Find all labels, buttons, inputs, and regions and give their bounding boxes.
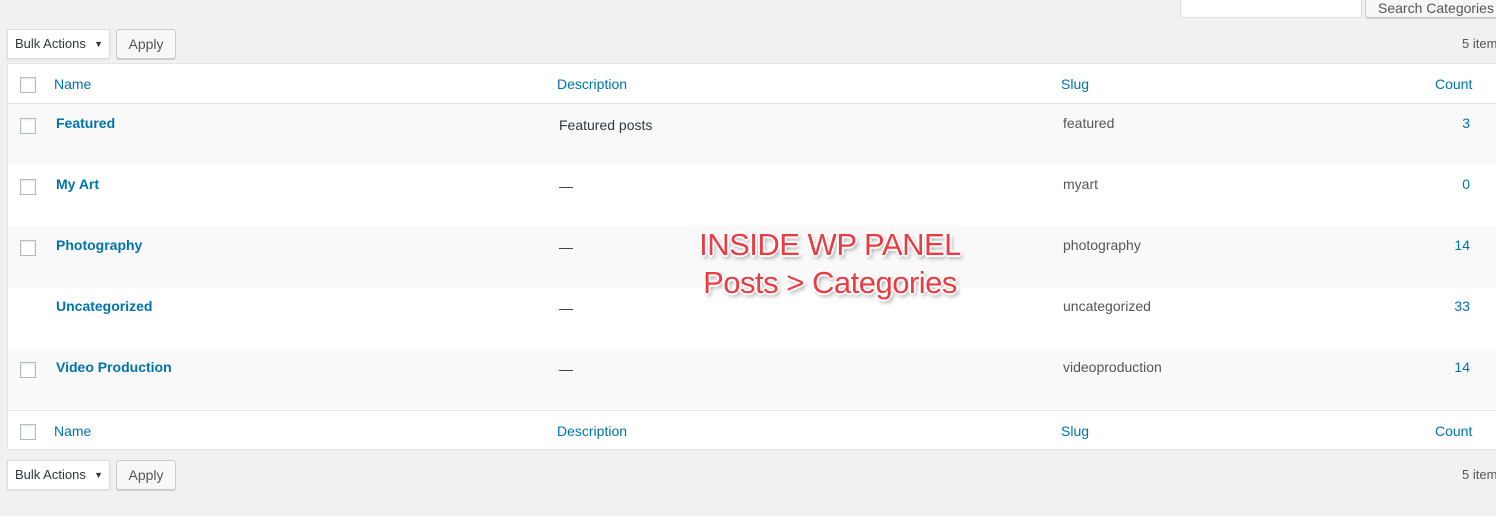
category-slug: featured xyxy=(1063,115,1115,131)
apply-button[interactable]: Apply xyxy=(116,29,176,59)
search-input[interactable] xyxy=(1180,0,1362,18)
select-all-checkbox[interactable] xyxy=(20,77,36,93)
category-description: Featured posts xyxy=(559,117,653,133)
apply-button-bottom[interactable]: Apply xyxy=(116,460,176,490)
row-checkbox[interactable] xyxy=(20,362,36,378)
table-row: Photography — photography 14 xyxy=(8,226,1496,287)
table-header: Name Description Slug Count xyxy=(8,64,1496,104)
row-checkbox[interactable] xyxy=(20,240,36,256)
category-count-link[interactable]: 14 xyxy=(1436,237,1470,253)
category-name-link[interactable]: My Art xyxy=(56,176,99,192)
table-row: Featured Featured posts featured 3 xyxy=(8,104,1496,165)
column-header-count[interactable]: Count xyxy=(1435,76,1472,92)
tablenav-bottom: Bulk Actions ▼ Apply 5 items xyxy=(7,460,1496,492)
category-count-link[interactable]: 0 xyxy=(1436,176,1470,192)
category-name-link[interactable]: Video Production xyxy=(56,359,172,375)
category-slug: myart xyxy=(1063,176,1098,192)
tablenav-top: Bulk Actions ▼ Apply 5 items xyxy=(7,29,1496,61)
bulk-actions-select[interactable]: Bulk Actions ▼ xyxy=(7,29,110,59)
row-checkbox[interactable] xyxy=(20,118,36,134)
category-count-link[interactable]: 14 xyxy=(1436,359,1470,375)
search-categories-button[interactable]: Search Categories xyxy=(1365,0,1496,18)
column-footer-description[interactable]: Description xyxy=(557,423,627,439)
row-checkbox[interactable] xyxy=(20,179,36,195)
category-slug: videoproduction xyxy=(1063,359,1162,375)
dropdown-arrow-icon: ▼ xyxy=(94,39,103,49)
category-name-link[interactable]: Photography xyxy=(56,237,142,253)
column-header-description[interactable]: Description xyxy=(557,76,627,92)
category-slug: uncategorized xyxy=(1063,298,1151,314)
items-count: 5 items xyxy=(1462,36,1496,51)
categories-table: Name Description Slug Count Featured Fea… xyxy=(7,63,1496,450)
column-footer-name[interactable]: Name xyxy=(54,423,91,439)
category-name-link[interactable]: Featured xyxy=(56,115,115,131)
category-name-link[interactable]: Uncategorized xyxy=(56,298,152,314)
category-count-link[interactable]: 33 xyxy=(1436,298,1470,314)
column-footer-slug[interactable]: Slug xyxy=(1061,423,1089,439)
table-row: My Art — myart 0 xyxy=(8,165,1496,226)
items-count-bottom: 5 items xyxy=(1462,467,1496,482)
category-description: — xyxy=(559,239,573,255)
dropdown-arrow-icon: ▼ xyxy=(94,470,103,480)
bulk-actions-label: Bulk Actions xyxy=(15,467,86,482)
category-count-link[interactable]: 3 xyxy=(1436,115,1470,131)
column-footer-count[interactable]: Count xyxy=(1435,423,1472,439)
category-slug: photography xyxy=(1063,237,1141,253)
column-header-name[interactable]: Name xyxy=(54,76,91,92)
table-footer: Name Description Slug Count xyxy=(8,410,1496,450)
table-row: Uncategorized — uncategorized 33 xyxy=(8,287,1496,348)
select-all-checkbox-footer[interactable] xyxy=(20,424,36,440)
category-description: — xyxy=(559,178,573,194)
category-description: — xyxy=(559,361,573,377)
category-description: — xyxy=(559,300,573,316)
table-row: Video Production — videoproduction 14 xyxy=(8,348,1496,409)
bulk-actions-select-bottom[interactable]: Bulk Actions ▼ xyxy=(7,460,110,490)
column-header-slug[interactable]: Slug xyxy=(1061,76,1089,92)
bulk-actions-label: Bulk Actions xyxy=(15,36,86,51)
